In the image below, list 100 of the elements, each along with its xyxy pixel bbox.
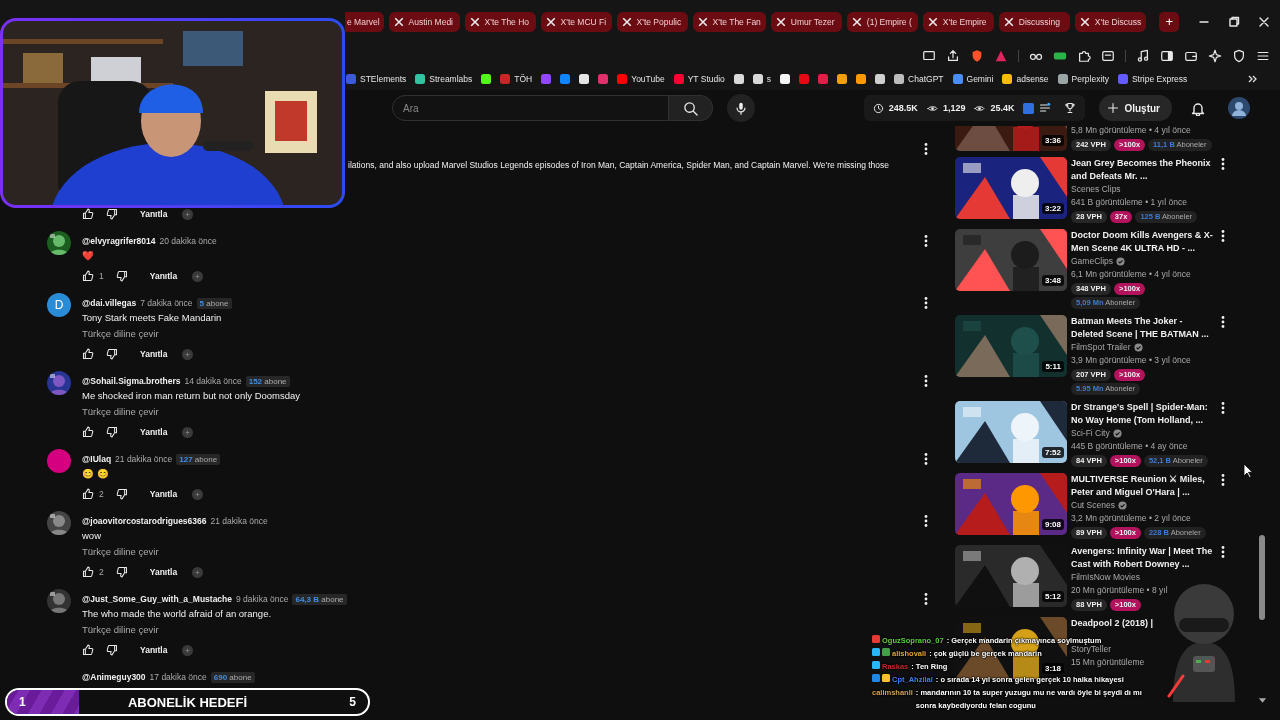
reply-button[interactable]: Yanıtla	[149, 567, 178, 577]
comment-time[interactable]: 9 dakika önce	[236, 594, 289, 604]
scrollbar-thumb[interactable]	[1259, 535, 1265, 620]
comment-time[interactable]: 17 dakika önce	[149, 672, 207, 682]
down-arrow-icon[interactable]	[1257, 696, 1267, 704]
sidebar-icon[interactable]	[1160, 49, 1174, 63]
bookmark-link[interactable]: TÖH	[500, 74, 533, 84]
browser-tab[interactable]: Umur Tezer	[770, 12, 842, 32]
channel-name[interactable]: FilmIsNow Movies	[1071, 571, 1140, 584]
bookmark-link[interactable]: s	[752, 74, 772, 84]
restore-icon[interactable]	[1228, 16, 1240, 28]
microphone-button[interactable]	[727, 94, 755, 122]
like-button[interactable]	[82, 426, 94, 438]
screen-icon[interactable]	[1101, 49, 1115, 63]
like-button[interactable]	[82, 488, 94, 500]
cast-icon[interactable]	[922, 49, 936, 63]
circle-icon[interactable]	[192, 488, 204, 500]
search-button[interactable]	[669, 95, 713, 121]
channel-name[interactable]: FilmSpot Trailer	[1071, 341, 1131, 354]
browser-tab[interactable]: Austin Medi	[388, 12, 460, 32]
app-icon[interactable]	[856, 74, 867, 84]
dislike-button[interactable]	[106, 208, 118, 220]
search-field[interactable]: Ara	[392, 95, 669, 121]
browser-tab[interactable]: X'te Discuss	[1074, 12, 1147, 32]
dislike-button[interactable]	[106, 644, 118, 656]
bookmark-link[interactable]: YT Studio	[673, 74, 725, 84]
comment-time[interactable]: 14 dakika önce	[184, 376, 242, 386]
translate-link[interactable]: Türkçe diline çevir	[82, 544, 159, 560]
channel-name[interactable]: GameClips	[1071, 255, 1114, 268]
app-icon[interactable]	[579, 74, 590, 84]
video-title[interactable]: MULTIVERSE Reunion ⚔ Miles, Peter and Miguel O'Hara | ...	[1071, 473, 1213, 499]
menu-icon[interactable]	[1256, 49, 1270, 63]
like-button[interactable]	[82, 348, 94, 360]
close-icon[interactable]	[1258, 16, 1270, 28]
bookmark-link[interactable]: Streamlabs	[415, 74, 473, 84]
video-title[interactable]: Doctor Doom Kills Avengers & X-Men Scene 4K ULTRA HD - ...	[1071, 229, 1213, 255]
create-button[interactable]: Oluştur	[1099, 95, 1172, 121]
video-title[interactable]: Dr Strange's Spell | Spider-Man: No Way Home (Tom Holland, ...	[1071, 401, 1213, 427]
video-title[interactable]: Jean Grey Becomes the Pheonix and Defeats Mr. ...	[1071, 157, 1213, 183]
trophy-icon[interactable]	[1064, 102, 1077, 114]
browser-tab[interactable]: Discussing	[998, 12, 1070, 32]
circle-icon[interactable]	[192, 566, 204, 578]
comment-author[interactable]: @Just_Some_Guy_with_a_Mustache	[82, 594, 232, 604]
translate-link[interactable]: Türkçe diline çevir	[82, 404, 159, 420]
comment-author[interactable]: @Sohail.Sigma.brothers	[82, 376, 181, 386]
like-button[interactable]	[82, 566, 94, 578]
wallet-icon[interactable]	[1184, 49, 1198, 63]
shield-icon[interactable]	[1232, 49, 1246, 63]
video-title[interactable]: Avengers: Infinity War | Meet The Cast with Robert Downey ...	[1071, 545, 1213, 571]
bookmark-link[interactable]: Stripe Express	[1117, 74, 1188, 84]
chevron-icon[interactable]	[1248, 74, 1258, 84]
music-note-icon[interactable]	[1136, 49, 1150, 63]
circle-icon[interactable]	[192, 270, 204, 282]
circle-icon[interactable]	[182, 208, 194, 220]
app-icon[interactable]	[481, 74, 492, 84]
bookmark-link[interactable]: Perplexity	[1057, 74, 1109, 84]
bookmark-link[interactable]: YouTube	[617, 74, 665, 84]
circle-icon[interactable]	[182, 644, 194, 656]
browser-tab[interactable]: X'te Populic	[616, 12, 688, 32]
browser-tab[interactable]: (1) Empire (	[846, 12, 918, 32]
dislike-button[interactable]	[115, 488, 128, 500]
bookmark-link[interactable]: adsense	[1002, 74, 1049, 84]
browser-tab[interactable]: X'te MCU Fi	[540, 12, 612, 32]
comment-author[interactable]: @Animeguy300	[82, 672, 146, 682]
bookmark-link[interactable]: Gemini	[952, 74, 994, 84]
app-icon[interactable]	[780, 74, 791, 84]
new-tab-button[interactable]: +	[1159, 12, 1180, 32]
browser-tab[interactable]: X'te Empire	[922, 12, 994, 32]
dislike-button[interactable]	[106, 426, 118, 438]
puzzle-icon[interactable]	[1077, 49, 1091, 63]
circle-icon[interactable]	[182, 348, 194, 360]
like-button[interactable]	[82, 270, 94, 282]
channel-name[interactable]: StoryTeller	[1071, 643, 1112, 656]
translate-link[interactable]: Türkçe diline çevir	[82, 326, 159, 342]
reply-button[interactable]: Yanıtla	[140, 349, 168, 359]
bell-icon[interactable]	[1190, 100, 1206, 116]
video-title[interactable]: Deadpool 2 (2018) |	[1071, 617, 1154, 630]
browser-tab[interactable]: X'te The Ho	[464, 12, 536, 32]
browser-tab[interactable]: X'te The Fan	[692, 12, 766, 32]
reply-button[interactable]: Yanıtla	[140, 645, 168, 655]
channel-name[interactable]: Scenes Clips	[1071, 183, 1121, 196]
comment-time[interactable]: 20 dakika önce	[159, 236, 217, 246]
bookmark-link[interactable]: ChatGPT	[894, 74, 944, 84]
comment-time[interactable]: 21 dakika önce	[210, 516, 268, 526]
comment-author[interactable]: @dai.villegas	[82, 298, 137, 308]
like-button[interactable]	[82, 208, 94, 220]
sparkle-icon[interactable]	[1208, 49, 1222, 63]
channel-name[interactable]: Sci-Fi City	[1071, 427, 1110, 440]
triangle-icon[interactable]	[994, 49, 1008, 63]
circle-icon[interactable]	[182, 426, 194, 438]
dislike-button[interactable]	[115, 270, 128, 282]
comment-time[interactable]: 21 dakika önce	[115, 454, 173, 464]
dislike-button[interactable]	[106, 348, 118, 360]
video-title[interactable]: Batman Meets The Joker - Deleted Scene | THE BATMAN ...	[1071, 315, 1213, 341]
list-icon[interactable]	[1039, 102, 1052, 114]
share-icon[interactable]	[946, 49, 960, 63]
comment-author[interactable]: @IUlaq	[82, 454, 112, 464]
app-icon[interactable]	[875, 74, 886, 84]
app-icon[interactable]	[837, 74, 848, 84]
translate-link[interactable]: Türkçe diline çevir	[82, 622, 159, 638]
